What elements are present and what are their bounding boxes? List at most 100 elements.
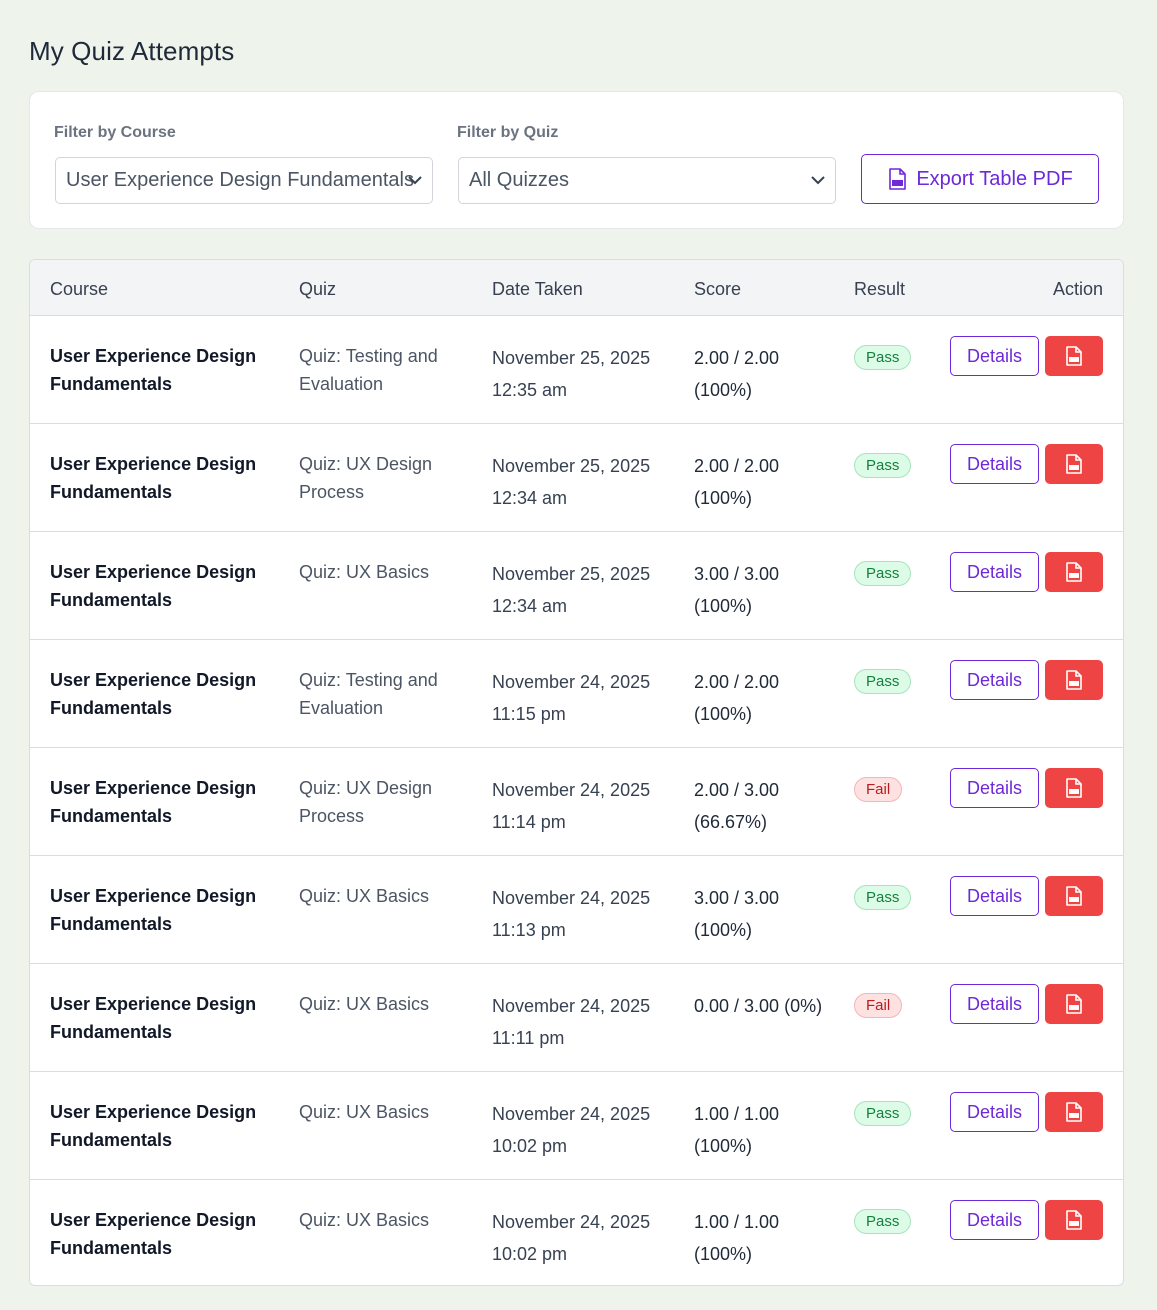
result-badge: Pass [854,1209,912,1234]
result-badge: Fail [854,777,903,802]
table-row: User Experience Design Fundamentals Quiz:… [30,532,1123,640]
chevron-down-icon [809,171,827,189]
header-quiz: Quiz [299,279,337,299]
course-cell: User Experience Design Fundamentals [50,346,257,394]
details-button[interactable]: Details [950,660,1039,700]
course-filter-label: Filter by Course [54,124,176,141]
quiz-cell: Quiz: UX Basics [299,994,430,1014]
pdf-file-icon [889,168,907,190]
details-button[interactable]: Details [950,768,1039,808]
download-pdf-button[interactable] [1045,984,1103,1024]
score-cell: 1.00 / 1.00 (100%) [694,1212,780,1264]
quiz-filter-select[interactable]: All Quizzes [458,157,836,204]
quiz-filter-label: Filter by Quiz [457,124,559,141]
download-pdf-button[interactable] [1045,768,1103,808]
score-cell: 3.00 / 3.00 (100%) [694,888,780,940]
table-row: User Experience Design Fundamentals Quiz:… [30,640,1123,748]
details-button[interactable]: Details [950,984,1039,1024]
result-badge: Pass [854,669,912,694]
pdf-file-icon [1066,454,1082,474]
date-taken-cell: November 24, 2025 10:02 pm [492,1104,651,1156]
download-pdf-button[interactable] [1045,876,1103,916]
score-cell: 1.00 / 1.00 (100%) [694,1104,780,1156]
quiz-cell: Quiz: UX Basics [299,1102,430,1122]
header-course: Course [50,279,109,299]
course-filter-select[interactable]: User Experience Design Fundamentals [55,157,433,204]
download-pdf-button[interactable] [1045,1200,1103,1240]
download-pdf-button[interactable] [1045,660,1103,700]
details-button[interactable]: Details [950,1092,1039,1132]
table-row: User Experience Design Fundamentals Quiz:… [30,748,1123,856]
quiz-cell: Quiz: Testing and Evaluation [299,346,438,394]
quiz-filter-value: All Quizzes [469,169,570,191]
date-taken-cell: November 25, 2025 12:34 am [492,564,651,616]
result-badge: Pass [854,1101,912,1126]
export-button-label: Export Table PDF [916,167,1073,190]
download-pdf-button[interactable] [1045,552,1103,592]
course-cell: User Experience Design Fundamentals [50,670,257,718]
quiz-cell: Quiz: Testing and Evaluation [299,670,438,718]
date-taken-cell: November 24, 2025 10:02 pm [492,1212,651,1264]
pdf-file-icon [1066,562,1082,582]
pdf-file-icon [1066,1102,1082,1122]
header-action: Action [1052,279,1103,299]
table-row: User Experience Design Fundamentals Quiz:… [30,964,1123,1072]
result-badge: Fail [854,993,903,1018]
table-row: User Experience Design Fundamentals Quiz:… [30,1180,1123,1285]
header-date-taken: Date Taken [492,279,583,299]
pdf-file-icon [1066,994,1082,1014]
course-cell: User Experience Design Fundamentals [50,1102,257,1150]
table-row: User Experience Design Fundamentals Quiz:… [30,424,1123,532]
pdf-file-icon [1066,1210,1082,1230]
details-button[interactable]: Details [950,876,1039,916]
quiz-cell: Quiz: UX Design Process [299,454,433,502]
chevron-down-icon [406,171,424,189]
filter-panel: Filter by Course User Experience Design … [29,91,1124,229]
course-cell: User Experience Design Fundamentals [50,778,257,826]
course-cell: User Experience Design Fundamentals [50,886,257,934]
details-button[interactable]: Details [950,1200,1039,1240]
result-badge: Pass [854,453,912,478]
header-result: Result [854,279,906,299]
download-pdf-button[interactable] [1045,444,1103,484]
table-row: User Experience Design Fundamentals Quiz:… [30,856,1123,964]
pdf-file-icon [1066,670,1082,690]
score-cell: 2.00 / 2.00 (100%) [694,456,780,508]
details-button[interactable]: Details [950,444,1039,484]
result-badge: Pass [854,561,912,586]
result-badge: Pass [854,885,912,910]
pdf-file-icon [1066,346,1082,366]
download-pdf-button[interactable] [1045,1092,1103,1132]
table-header: Course Quiz Date Taken Score Result Acti… [30,260,1123,316]
course-cell: User Experience Design Fundamentals [50,454,257,502]
details-button[interactable]: Details [950,336,1039,376]
score-cell: 2.00 / 2.00 (100%) [694,348,780,400]
date-taken-cell: November 24, 2025 11:11 pm [492,996,651,1048]
course-cell: User Experience Design Fundamentals [50,562,257,610]
score-cell: 2.00 / 2.00 (100%) [694,672,780,724]
date-taken-cell: November 24, 2025 11:14 pm [492,780,651,832]
export-table-pdf-button[interactable]: Export Table PDF [861,154,1099,204]
quiz-cell: Quiz: UX Basics [299,886,430,906]
course-cell: User Experience Design Fundamentals [50,1210,257,1258]
result-badge: Pass [854,345,912,370]
date-taken-cell: November 25, 2025 12:34 am [492,456,651,508]
page-title: My Quiz Attempts [29,36,235,66]
date-taken-cell: November 25, 2025 12:35 am [492,348,651,400]
score-cell: 3.00 / 3.00 (100%) [694,564,780,616]
pdf-file-icon [1066,778,1082,798]
date-taken-cell: November 24, 2025 11:13 pm [492,888,651,940]
quiz-attempts-table: Course Quiz Date Taken Score Result Acti… [29,259,1124,1286]
quiz-cell: Quiz: UX Basics [299,562,430,582]
quiz-cell: Quiz: UX Design Process [299,778,433,826]
header-score: Score [694,279,742,299]
score-cell: 2.00 / 3.00 (66.67%) [694,780,780,832]
date-taken-cell: November 24, 2025 11:15 pm [492,672,651,724]
score-cell: 0.00 / 3.00 (0%) [694,996,823,1016]
quiz-cell: Quiz: UX Basics [299,1210,430,1230]
course-filter-value: User Experience Design Fundamentals [66,169,414,191]
download-pdf-button[interactable] [1045,336,1103,376]
details-button[interactable]: Details [950,552,1039,592]
table-row: User Experience Design Fundamentals Quiz:… [30,1072,1123,1180]
pdf-file-icon [1066,886,1082,906]
